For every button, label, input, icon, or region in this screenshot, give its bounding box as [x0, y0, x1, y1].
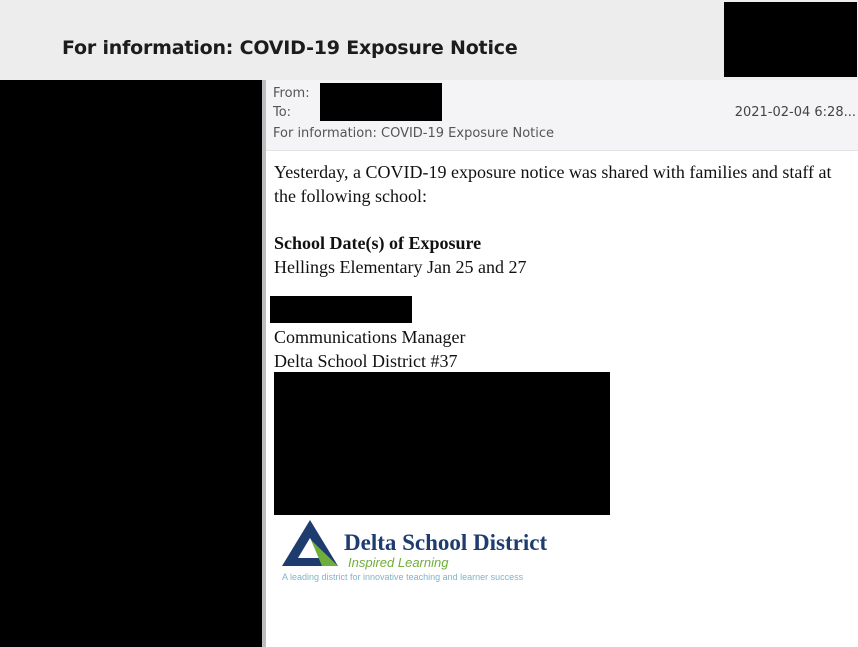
- email-date: 2021-02-04 6:28...: [734, 105, 856, 120]
- pane-divider[interactable]: [262, 80, 266, 647]
- from-label: From:: [273, 86, 310, 101]
- redacted-contact-block: [274, 372, 610, 515]
- redacted-sender: [320, 83, 442, 121]
- delta-triangle-icon: [282, 520, 338, 566]
- logo-tagline: Inspired Learning: [348, 555, 449, 570]
- mailbox-sidebar-redacted: [0, 80, 262, 647]
- email-subject: For information: COVID-19 Exposure Notic…: [273, 126, 555, 141]
- signature-org: Delta School District #37: [274, 351, 458, 371]
- signature-title: Communications Manager: [274, 327, 466, 347]
- body-line-1: Yesterday, a COVID-19 exposure notice wa…: [274, 162, 832, 182]
- exposure-heading: School Date(s) of Exposure: [274, 233, 482, 253]
- district-logo: Delta School District Inspired Learning …: [278, 518, 578, 588]
- window-title: For information: COVID-19 Exposure Notic…: [62, 37, 518, 59]
- logo-subtitle: A leading district for innovative teachi…: [282, 572, 524, 582]
- redacted-block-top-right: [724, 2, 857, 77]
- body-line-2: the following school:: [274, 186, 427, 206]
- exposure-details: Hellings Elementary Jan 25 and 27: [274, 257, 527, 277]
- to-label: To:: [273, 105, 292, 120]
- email-header: From: To: For information: COVID-19 Expo…: [266, 80, 858, 151]
- redacted-signature-name: [270, 296, 412, 323]
- logo-name: Delta School District: [344, 530, 548, 555]
